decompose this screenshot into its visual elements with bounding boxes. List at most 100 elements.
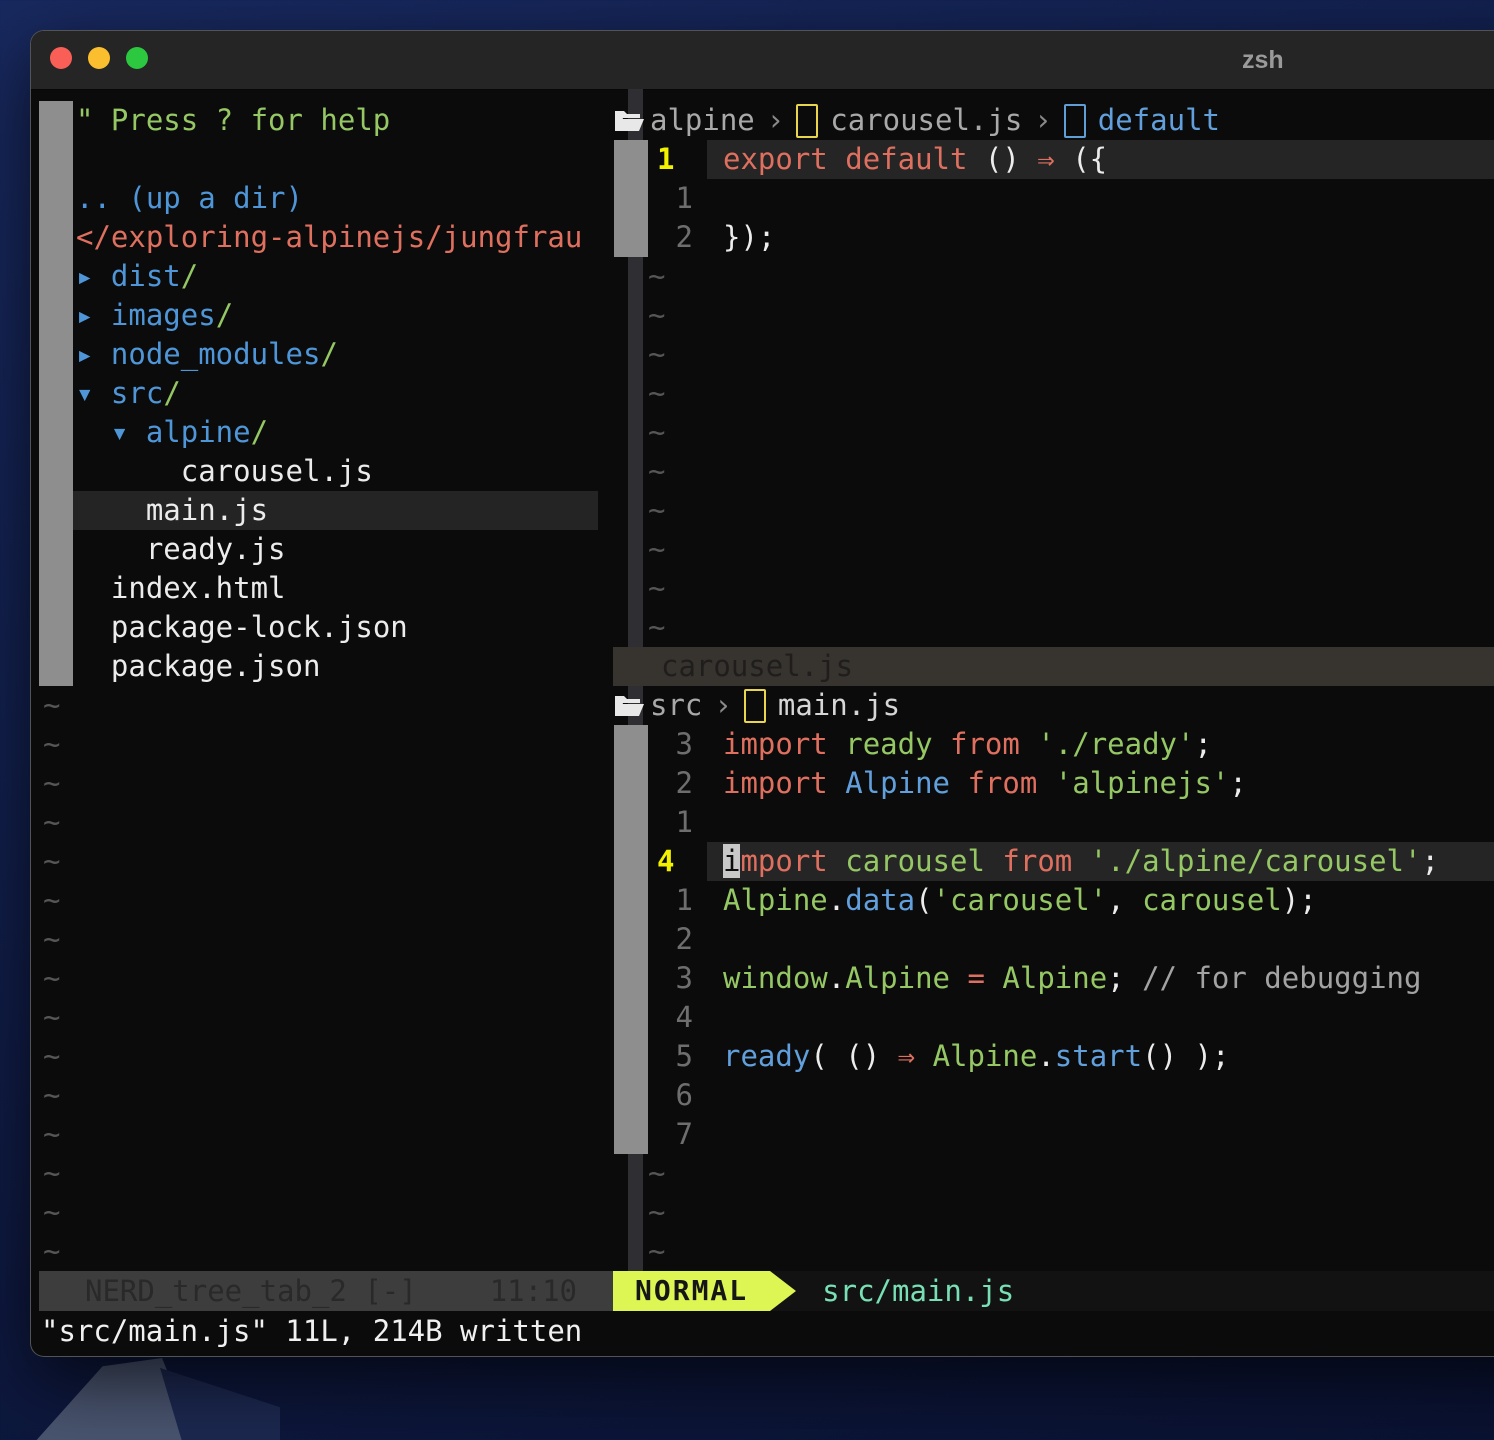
- tree-row[interactable]: ▾ src/: [39, 374, 598, 413]
- line-content[interactable]: import carousel from './alpine/carousel'…: [707, 842, 1494, 881]
- code-token: [828, 142, 845, 176]
- window-titlebar[interactable]: zsh: [31, 31, 1494, 90]
- code-token: ( (): [810, 1039, 897, 1073]
- editor-pane-main[interactable]: 3import ready from './ready';2import Alp…: [613, 725, 1494, 1154]
- line-content[interactable]: });: [707, 218, 1494, 257]
- code-token: [915, 1039, 932, 1073]
- open-folder-icon: [614, 694, 646, 718]
- tilde-marker: ~: [613, 1193, 1494, 1232]
- code-token: ▾: [111, 415, 146, 449]
- code-token: =: [967, 961, 984, 995]
- code-token: [76, 454, 181, 488]
- line-content[interactable]: Alpine.data('carousel', carousel);: [707, 881, 1494, 920]
- minimize-button[interactable]: [88, 47, 110, 69]
- tilde-marker: ~: [39, 998, 60, 1037]
- code-line[interactable]: 1: [613, 179, 1494, 218]
- desktop: { "window": { "title": "zsh" }, "colors"…: [0, 0, 1494, 1440]
- line-content[interactable]: [707, 998, 1494, 1037]
- tree-row[interactable]: package-lock.json: [39, 608, 598, 647]
- tree-row[interactable]: carousel.js: [39, 452, 598, 491]
- line-content[interactable]: import Alpine from 'alpinejs';: [707, 764, 1494, 803]
- tree-row[interactable]: ready.js: [39, 530, 598, 569]
- code-token: default: [845, 142, 967, 176]
- line-content[interactable]: [707, 179, 1494, 218]
- code-line[interactable]: 5ready( () ⇒ Alpine.start() );: [613, 1037, 1494, 1076]
- breadcrumb-segment: carousel.js: [830, 101, 1022, 140]
- carousel-statusline: carousel.js: [613, 647, 1494, 686]
- code-token: mport: [740, 844, 827, 878]
- code-token: [828, 727, 845, 761]
- tree-row[interactable]: ▾ alpine/: [39, 413, 598, 452]
- tree-row[interactable]: package.json: [39, 647, 598, 686]
- code-token: [933, 727, 950, 761]
- main-empty-lines: ~~~: [613, 1154, 1494, 1271]
- tree-row[interactable]: [39, 140, 598, 179]
- code-line[interactable]: 2});: [613, 218, 1494, 257]
- carousel-scrollbar[interactable]: [614, 140, 648, 257]
- line-content[interactable]: import ready from './ready';: [707, 725, 1494, 764]
- tree-row[interactable]: .. (up a dir): [39, 179, 598, 218]
- line-content[interactable]: [707, 803, 1494, 842]
- tilde-marker: ~: [613, 257, 1494, 296]
- nerdtree-scrollbar[interactable]: [39, 101, 73, 686]
- code-token: import: [723, 727, 828, 761]
- tilde-marker: ~: [39, 881, 60, 920]
- code-token: ▸: [76, 259, 111, 293]
- line-number: 5: [649, 1037, 707, 1076]
- tilde-marker: ~: [613, 335, 1494, 374]
- tilde-marker: ~: [613, 374, 1494, 413]
- code-token: /: [251, 415, 268, 449]
- code-line[interactable]: 1Alpine.data('carousel', carousel);: [613, 881, 1494, 920]
- code-token: /: [216, 298, 233, 332]
- main-scrollbar[interactable]: [614, 725, 648, 1154]
- tree-row[interactable]: ▸ images/: [39, 296, 598, 335]
- code-line[interactable]: 3import ready from './ready';: [613, 725, 1494, 764]
- tilde-marker: ~: [39, 1232, 60, 1271]
- code-token: .: [1037, 1039, 1054, 1073]
- code-token: ready.js: [146, 532, 286, 566]
- line-content[interactable]: ready( () ⇒ Alpine.start() );: [707, 1037, 1494, 1076]
- tree-row[interactable]: ▸ node_modules/: [39, 335, 598, 374]
- code-line[interactable]: 4: [613, 998, 1494, 1037]
- line-content[interactable]: [707, 1115, 1494, 1154]
- code-line[interactable]: 2: [613, 920, 1494, 959]
- code-line-current[interactable]: 1export default () ⇒ ({: [613, 140, 1494, 179]
- code-token: [950, 961, 967, 995]
- tree-row[interactable]: " Press ? for help: [39, 101, 598, 140]
- code-line[interactable]: 7: [613, 1115, 1494, 1154]
- code-line[interactable]: 6: [613, 1076, 1494, 1115]
- code-line[interactable]: 3window.Alpine = Alpine; // for debuggin…: [613, 959, 1494, 998]
- zoom-button[interactable]: [126, 47, 148, 69]
- close-button[interactable]: [50, 47, 72, 69]
- filetype-glyph-icon: [1064, 104, 1086, 138]
- code-token: carousel: [845, 844, 985, 878]
- tree-row-selected[interactable]: main.js: [39, 491, 598, 530]
- code-token: images: [111, 298, 216, 332]
- chevron-separator-icon: ›: [1034, 101, 1051, 140]
- line-content[interactable]: export default () ⇒ ({: [707, 140, 1494, 179]
- vim-command-line: "src/main.js" 11L, 214B written: [41, 1311, 1494, 1353]
- tree-row[interactable]: ▸ dist/: [39, 257, 598, 296]
- code-token: ⇒: [898, 1039, 915, 1073]
- code-line-current[interactable]: 4import carousel from './alpine/carousel…: [613, 842, 1494, 881]
- code-line[interactable]: 2import Alpine from 'alpinejs';: [613, 764, 1494, 803]
- line-content[interactable]: [707, 920, 1494, 959]
- code-token: from: [950, 727, 1020, 761]
- nerdtree-statusline-label: NERD_tree_tab_2 [-]: [85, 1271, 417, 1311]
- line-content[interactable]: window.Alpine = Alpine; // for debugging: [707, 959, 1494, 998]
- code-token: window: [723, 961, 828, 995]
- code-token: ▸: [76, 298, 111, 332]
- code-token: carousel.js: [181, 454, 373, 488]
- tree-row[interactable]: index.html: [39, 569, 598, 608]
- tree-row[interactable]: </exploring-alpinejs/jungfrau: [39, 218, 598, 257]
- breadcrumb-carousel: alpine›carousel.js›default: [613, 101, 1494, 140]
- nerdtree-empty-lines: ~~~~~~~~~~~~~~~: [39, 686, 60, 1271]
- code-line[interactable]: 1: [613, 803, 1494, 842]
- breadcrumb-segment: main.js: [778, 686, 900, 725]
- code-token: [1037, 766, 1054, 800]
- line-content[interactable]: [707, 1076, 1494, 1115]
- editor-pane-carousel[interactable]: 1export default () ⇒ ({12});: [613, 140, 1494, 257]
- breadcrumb-main: src›main.js: [613, 686, 1494, 725]
- code-token: ({: [1055, 142, 1107, 176]
- code-token: [76, 649, 111, 683]
